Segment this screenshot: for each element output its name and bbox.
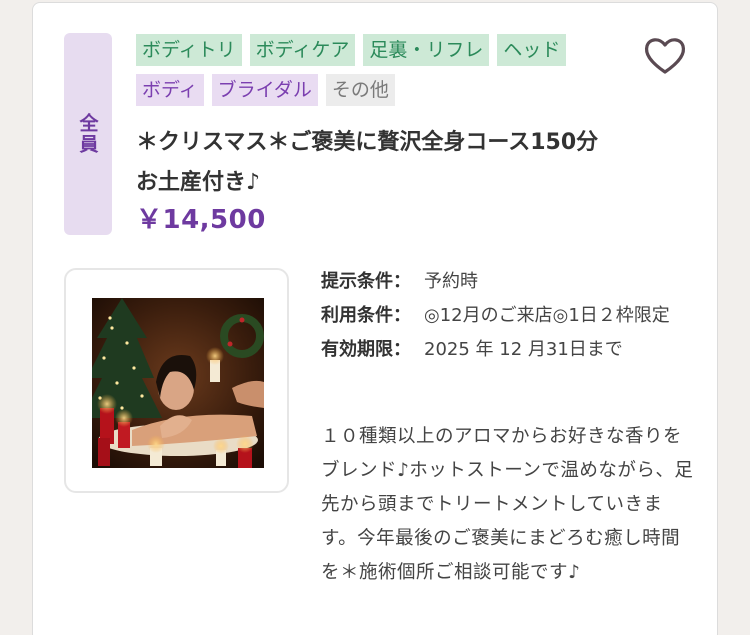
condition-row: 提示条件： 予約時 xyxy=(321,265,701,299)
tag: ボディ xyxy=(136,74,204,106)
condition-value: ◎12月のご来店◎1日２枠限定 xyxy=(424,305,670,326)
tag: ブライダル xyxy=(211,74,318,106)
tag: ヘッド xyxy=(497,34,567,66)
condition-label: 利用条件： xyxy=(321,305,411,326)
coupon-price: ￥14,500 xyxy=(136,205,266,235)
coupon-card[interactable]: 全員 ボディトリ ボディケア 足裏・リフレ ヘッド ボディ ブライダル その他 … xyxy=(32,2,718,635)
category-tags: ボディトリ ボディケア 足裏・リフレ ヘッド ボディ ブライダル その他 xyxy=(136,34,631,106)
target-badge: 全員 xyxy=(64,33,112,235)
condition-label: 有効期限： xyxy=(321,339,411,360)
tag: 足裏・リフレ xyxy=(363,34,490,66)
tag: その他 xyxy=(325,74,395,106)
coupon-image-frame xyxy=(64,268,289,493)
coupon-description: １０種類以上のアロマからお好きな香りをブレンド♪ホットストーンで温めながら、足先… xyxy=(321,426,694,583)
coupon-photo xyxy=(92,298,264,468)
tag: ボディトリ xyxy=(136,34,242,66)
condition-value: 2025 年 12 月31日まで xyxy=(424,339,623,360)
favorite-button[interactable] xyxy=(641,32,689,80)
condition-label: 提示条件： xyxy=(321,271,411,292)
condition-row: 有効期限： 2025 年 12 月31日まで xyxy=(321,333,701,367)
condition-value: 予約時 xyxy=(424,271,478,292)
heart-outline-icon xyxy=(644,38,686,74)
conditions-list: 提示条件： 予約時 利用条件： ◎12月のご来店◎1日２枠限定 有効期限： 20… xyxy=(321,265,701,367)
condition-row: 利用条件： ◎12月のご来店◎1日２枠限定 xyxy=(321,299,701,333)
tag: ボディケア xyxy=(249,34,356,66)
coupon-title: ＊クリスマス＊ご褒美に贅沢全身コース150分 お土産付き♪ xyxy=(136,130,621,195)
